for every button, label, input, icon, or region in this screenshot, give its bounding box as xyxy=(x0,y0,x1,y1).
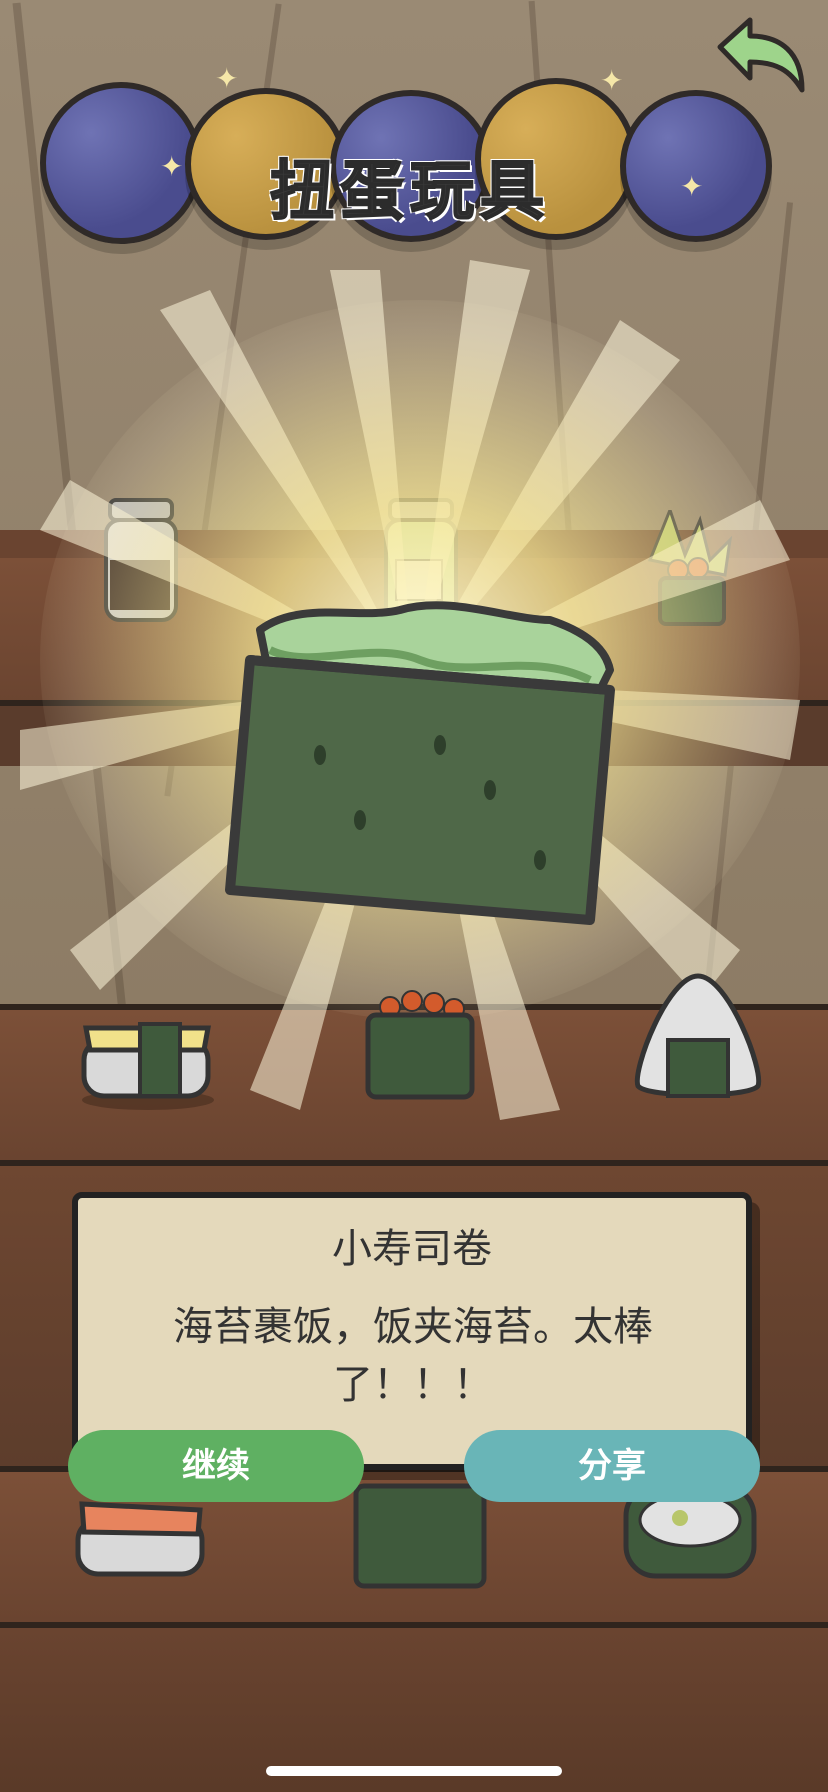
seaweed-gunkan-icon xyxy=(353,1483,487,1589)
tamago-sushi-icon xyxy=(81,1022,214,1110)
share-button[interactable]: 分享 xyxy=(464,1430,760,1502)
page-title: 扭蛋玩具 xyxy=(269,154,550,230)
home-indicator[interactable] xyxy=(266,1766,562,1776)
salmon-sushi-icon xyxy=(75,1501,205,1577)
item-name: 小寿司卷 xyxy=(332,1226,492,1272)
sparkle-icon: ✦ xyxy=(160,150,184,183)
onigiri-icon xyxy=(634,973,762,1098)
ikura-gunkan-icon xyxy=(365,990,475,1100)
item-description: 海苔裹饭，饭夹海苔。太棒了！！！ xyxy=(173,1304,653,1408)
gunkan-sushi-roll-icon xyxy=(225,601,615,925)
sparkle-icon: ✦ xyxy=(215,62,239,95)
game-screen: 扭蛋玩具 ✦ ✦ ✦ ✦ 小寿司卷 海苔裹饭，饭夹海苔。太棒了！！！ 继续 分享 xyxy=(0,0,828,1792)
sparkle-icon: ✦ xyxy=(680,170,704,203)
sparkle-icon: ✦ xyxy=(600,64,624,97)
item-info-dialog: 小寿司卷 海苔裹饭，饭夹海苔。太棒了！！！ xyxy=(72,1192,752,1470)
continue-button[interactable]: 继续 xyxy=(68,1430,364,1502)
back-arrow-icon[interactable] xyxy=(710,12,810,102)
